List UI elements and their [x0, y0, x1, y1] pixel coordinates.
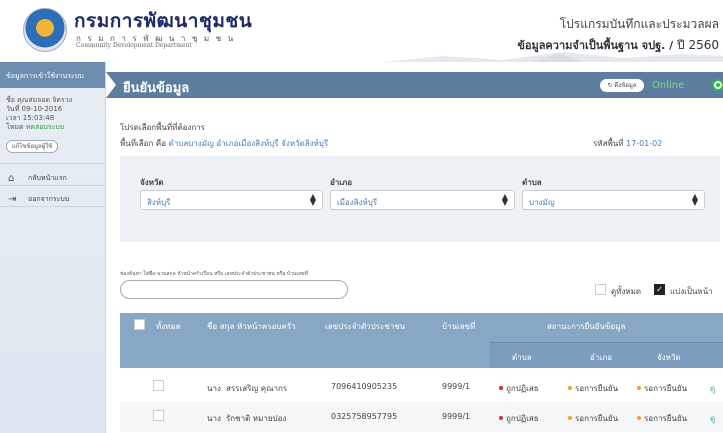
- row-view-link[interactable]: ดู: [710, 412, 715, 425]
- filter-panel: จังหวัด สิงห์บุรี ▲ ▼ อำเภอ เมืองสิงห์บุร…: [120, 156, 720, 242]
- sync-button[interactable]: ↻ ดึงข้อมูล: [600, 79, 644, 92]
- header-id: เลขประจำตัวประชาชน: [325, 322, 406, 331]
- row-checkbox[interactable]: [153, 380, 164, 391]
- row-checkbox[interactable]: [153, 410, 164, 421]
- row-house: 9999/1: [442, 382, 471, 391]
- area-code-value: 17-01-02: [626, 139, 663, 148]
- online-label: Online: [652, 80, 685, 91]
- subdistrict-label: ตำบล: [522, 178, 542, 187]
- header-status-group: สถานะการยืนยันข้อมูล: [547, 322, 626, 331]
- table-header: ทั้งหมด ชื่อ สกุล หัวหน้าครอบครัว เลขประ…: [120, 313, 723, 368]
- header-status-subdistrict: ตำบล: [512, 353, 532, 362]
- show-all-checkbox[interactable]: [595, 284, 606, 295]
- subdistrict-value: บางมัญ: [529, 198, 555, 207]
- user-info: ชื่อ คุณสมจอด จิตรวง วันที่ 09-10-2016 เ…: [0, 88, 105, 136]
- status-dot-icon: [499, 416, 503, 420]
- header-select-all: ทั้งหมด: [156, 322, 181, 331]
- district-label: อำเภอ: [330, 178, 353, 187]
- province-select[interactable]: สิงห์บุรี ▲ ▼: [140, 190, 323, 210]
- province-value: สิงห์บุรี: [147, 198, 171, 207]
- subdistrict-select[interactable]: บางมัญ ▲ ▼: [522, 190, 705, 210]
- row-id: 0325758957795: [331, 412, 398, 421]
- search-input[interactable]: [120, 280, 348, 299]
- mode-value: ทดสอบระบบ: [25, 123, 65, 131]
- paginate-label: แบ่งเป็นหน้า: [670, 287, 713, 296]
- app-header: กรมการพัฒนาชุมชน ก ร ม ก า ร พั ฒ น า ชุ…: [0, 0, 723, 62]
- sync-label: ดึงข้อมูล: [614, 82, 637, 89]
- row-name: รักชาติ หมายปอง: [226, 414, 287, 423]
- login-time: เวลา 15:03:48: [6, 114, 55, 122]
- sidebar-item-label: กลับหน้าแรก: [28, 173, 67, 182]
- titlebar-arrow-icon: [106, 72, 116, 98]
- show-all-label: ดูทั้งหมด: [611, 287, 642, 296]
- status-text: รอการยืนยัน: [644, 384, 688, 393]
- status-text: ถูกปฏิเสธ: [506, 384, 539, 393]
- row-status-subdistrict: ถูกปฏิเสธ: [499, 382, 539, 395]
- select-caret-icon: ▲ ▼: [501, 192, 508, 207]
- row-title: นาง: [207, 384, 221, 393]
- mode-label: โหมด: [6, 123, 24, 131]
- search-hint: ช่องค้นหา ใส่ชื่อ-นามสกุล หัวหน้าครัวเรื…: [120, 271, 308, 277]
- program-title: โปรแกรมบันทึกและประมวลผล: [559, 17, 719, 31]
- user-name: ชื่อ คุณสมจอด จิตรวง: [6, 96, 73, 104]
- area-prompt: โปรดเลือกพื้นที่ที่ต้องการ: [120, 123, 205, 132]
- status-text: ถูกปฏิเสธ: [506, 414, 539, 423]
- row-name: สรรเสริญ คุณากร: [226, 384, 288, 393]
- table-row[interactable]: นาง สรรเสริญ คุณากร 7096410905235 9999/1…: [120, 372, 723, 402]
- online-indicator-icon[interactable]: [712, 79, 723, 91]
- logout-icon: ⇥: [8, 194, 17, 205]
- row-status-subdistrict: ถูกปฏิเสธ: [499, 412, 539, 425]
- status-dot-icon: [637, 416, 641, 420]
- table-row[interactable]: นาง รักชาติ หมายปอง 0325758957795 9999/1…: [120, 402, 723, 432]
- sidebar-menu: ⌂ กลับหน้าแรก ⇥ ออกจากระบบ: [0, 163, 105, 207]
- header-name: ชื่อ สกุล หัวหน้าครอบครัว: [207, 322, 296, 331]
- sidebar: ข้อมูลการเข้าใช้งานระบบ ชื่อ คุณสมจอด จิ…: [0, 62, 106, 433]
- skyline-decoration-icon: [383, 52, 723, 62]
- sidebar-item-logout[interactable]: ⇥ ออกจากระบบ: [0, 185, 105, 207]
- header-status-sub: ตำบล อำเภอ จังหวัด: [490, 343, 723, 368]
- page-title: ยืนยันข้อมูล: [123, 81, 190, 96]
- header-house: บ้านเลขที่: [442, 322, 476, 331]
- select-caret-icon: ▲ ▼: [309, 192, 316, 207]
- province-label: จังหวัด: [140, 178, 164, 187]
- home-icon: ⌂: [8, 172, 15, 184]
- select-caret-icon: ▲ ▼: [691, 192, 698, 207]
- row-title: นาง: [207, 414, 221, 423]
- district-select[interactable]: เมืองสิงห์บุรี ▲ ▼: [330, 190, 515, 210]
- select-all-checkbox[interactable]: [134, 319, 145, 330]
- sidebar-heading: ข้อมูลการเข้าใช้งานระบบ: [0, 62, 105, 88]
- selected-area-prefix: พื้นที่เลือก คือ: [120, 139, 166, 148]
- status-dot-icon: [637, 386, 641, 390]
- edit-user-button[interactable]: แก้ไขข้อมูลผู้ใช้: [6, 140, 58, 153]
- status-text: รอการยืนยัน: [644, 414, 688, 423]
- status-dot-icon: [499, 386, 503, 390]
- user-mode: โหมด ทดสอบระบบ: [6, 123, 99, 132]
- area-code: รหัสพื้นที่ 17-01-02: [593, 137, 662, 150]
- selected-area: พื้นที่เลือก คือ ตำบลบางมัญ อำเภอเมืองสิ…: [120, 137, 328, 150]
- sidebar-item-home[interactable]: ⌂ กลับหน้าแรก: [0, 163, 105, 185]
- status-text: รอการยืนยัน: [575, 414, 619, 423]
- row-status-district: รอการยืนยัน: [568, 382, 618, 395]
- logo-icon: [23, 8, 67, 52]
- district-value: เมืองสิงห์บุรี: [337, 198, 378, 207]
- login-date: วันที่ 09-10-2016: [6, 105, 63, 113]
- row-id: 7096410905235: [331, 382, 398, 391]
- header-status-district: อำเภอ: [590, 353, 613, 362]
- status-dot-icon: [568, 386, 572, 390]
- area-code-label: รหัสพื้นที่: [593, 139, 624, 148]
- row-status-district: รอการยืนยัน: [568, 412, 618, 425]
- status-text: รอการยืนยัน: [575, 384, 619, 393]
- org-name-en: Community Development Department: [76, 42, 192, 49]
- header-status-province: จังหวัด: [657, 353, 681, 362]
- row-status-province: รอการยืนยัน: [637, 382, 687, 395]
- status-dot-icon: [568, 416, 572, 420]
- paginate-checkbox[interactable]: ✓: [654, 284, 665, 295]
- selected-area-location: ตำบลบางมัญ อำเภอเมืองสิงห์บุรี จังหวัดสิ…: [168, 139, 329, 148]
- row-house: 9999/1: [442, 412, 471, 421]
- sidebar-item-label: ออกจากระบบ: [28, 195, 70, 203]
- row-status-province: รอการยืนยัน: [637, 412, 687, 425]
- row-view-link[interactable]: ดู: [710, 382, 715, 395]
